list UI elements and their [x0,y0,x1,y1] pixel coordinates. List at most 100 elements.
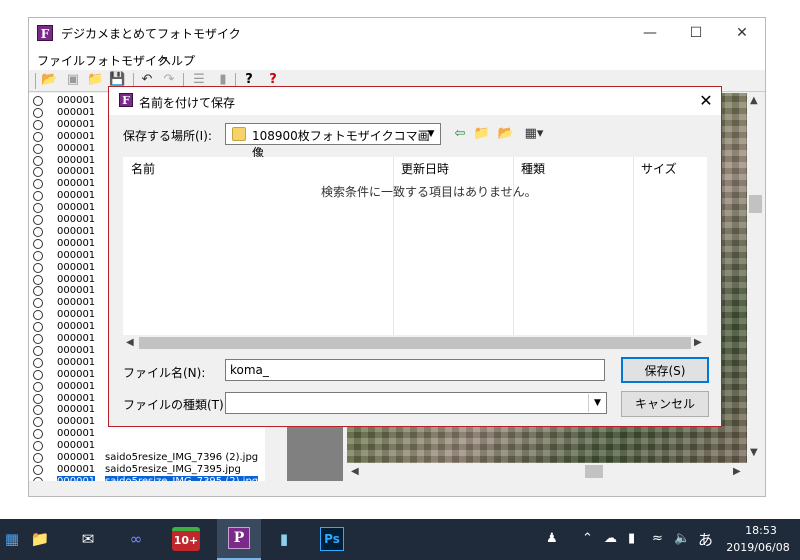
save-location-combo[interactable]: 108900枚フォトモザイクコマ画像 ▼ [225,123,441,160]
menu-help[interactable]: ヘルプ [159,52,195,69]
scroll-left-icon[interactable]: ◀ [351,466,359,477]
clock-time[interactable]: 18:53 [732,524,790,537]
save-button[interactable]: 保存(S) [621,357,709,383]
radio-button[interactable] [33,286,43,297]
new-folder-icon[interactable]: 📂 [497,125,515,143]
people-icon[interactable]: ♟ [546,531,558,546]
radio-button[interactable] [33,96,43,106]
view-menu-icon[interactable]: ▦▾ [521,125,547,143]
menu-bar: ファイル フォトモザイク ヘルプ [29,48,765,70]
radio-button[interactable] [33,107,43,118]
scroll-thumb[interactable] [139,337,691,349]
radio-button[interactable] [33,191,43,202]
radio-button[interactable] [33,155,43,166]
column-header-modified[interactable]: 更新日時 [401,159,449,179]
horizontal-scrollbar[interactable]: ◀ ▶ [347,463,747,480]
radio-button[interactable] [33,381,43,392]
battery-icon[interactable]: ▮ [628,531,635,546]
mail-icon[interactable]: ✉ [76,527,100,551]
column-header-type[interactable]: 種類 [521,159,545,179]
radio-button[interactable] [33,143,43,154]
cancel-button[interactable]: キャンセル [621,391,709,417]
vertical-scrollbar[interactable]: ▲ ▼ [747,93,764,463]
filetype-combo[interactable]: ▼ [225,392,607,414]
list-item-number: 000001 [57,463,96,475]
title-bar[interactable]: F デジカメまとめてフォトモザイク — ☐ ✕ [29,18,765,48]
radio-button[interactable] [33,453,43,463]
scroll-thumb[interactable] [585,465,603,478]
radio-button[interactable] [33,393,43,404]
chevron-up-icon[interactable]: ⌃ [582,531,593,546]
radio-button[interactable] [33,476,43,481]
photoshop-icon[interactable]: Ps [320,527,344,551]
scroll-thumb[interactable] [749,195,762,213]
radio-button[interactable] [33,417,43,428]
file-explorer-icon[interactable]: 📁 [28,527,52,551]
radio-button[interactable] [33,310,43,321]
radio-button[interactable] [33,167,43,178]
infinity-app-icon[interactable]: ∞ [124,527,148,551]
radio-button[interactable] [33,226,43,237]
back-arrow-icon[interactable]: ⇦ [451,125,469,143]
open-folder-icon[interactable]: 📂 [41,72,57,88]
chevron-down-icon[interactable]: ▼ [422,124,440,144]
file-browser-area[interactable]: ⌃ 名前 更新日時 種類 サイズ 検索条件に一致する項目はありません。 [123,151,707,351]
clock-date[interactable]: 2019/06/08 [718,541,798,554]
list-item[interactable]: 000001 saido5resize_IMG_7395.jpg [29,464,265,476]
filename-input[interactable] [225,359,605,381]
column-header-size[interactable]: サイズ [641,159,677,179]
radio-button[interactable] [33,262,43,273]
radio-button[interactable] [33,357,43,368]
list-item-number: 000001 [57,392,96,404]
wifi-icon[interactable]: ≈ [652,531,663,546]
taskbar: ▦ 📁 ✉ ∞ 10+ P ▮ Ps ♟ ⌃ ☁ ▮ ≈ 🔈 あ 18:53 2… [0,519,800,560]
radio-button[interactable] [33,215,43,225]
menu-file[interactable]: ファイル [37,52,85,69]
dialog-horizontal-scrollbar[interactable]: ◀ ▶ [123,335,707,351]
column-header-name[interactable]: 名前 [131,159,155,179]
onedrive-cloud-icon[interactable]: ☁ [604,531,617,546]
active-app-slot[interactable]: P [217,519,261,560]
radio-button[interactable] [33,429,43,440]
scroll-left-icon[interactable]: ◀ [126,337,134,348]
scroll-down-icon[interactable]: ▼ [750,447,758,458]
list-item[interactable]: 000001 saido5resize_IMG_7396 (2).jpg [29,452,265,464]
radio-button[interactable] [33,334,43,344]
radio-button[interactable] [33,250,43,261]
new-image-icon[interactable]: ▣ [65,72,81,88]
folder-icon[interactable]: 📁 [87,72,103,88]
dialog-close-button[interactable]: ✕ [693,89,719,113]
menu-photomosaic[interactable]: フォトモザイク [85,52,169,69]
radio-button[interactable] [33,298,43,309]
ime-indicator[interactable]: あ [698,529,713,550]
radio-button[interactable] [33,238,43,249]
up-folder-icon[interactable]: 📁 [473,125,491,143]
radio-button[interactable] [33,131,43,142]
chevron-down-icon[interactable]: ▼ [588,394,606,412]
maximize-button[interactable]: ☐ [673,18,719,48]
scroll-up-icon[interactable]: ▲ [750,95,758,106]
radio-button[interactable] [33,405,43,416]
scroll-right-icon[interactable]: ▶ [733,466,741,477]
radio-button[interactable] [33,464,43,475]
radio-button[interactable] [33,441,43,452]
radio-button[interactable] [33,119,43,130]
radio-button[interactable] [33,179,43,190]
windows-logo-icon[interactable]: ▦ [0,527,24,551]
dialog-title-bar[interactable]: F 名前を付けて保存 ✕ [109,87,721,115]
minimize-button[interactable]: — [627,18,673,48]
scroll-right-icon[interactable]: ▶ [694,337,702,348]
calendar-badge-icon[interactable]: 10+ [172,527,200,551]
radio-button[interactable] [33,203,43,214]
radio-button[interactable] [33,369,43,380]
close-button[interactable]: ✕ [719,18,765,48]
radio-button[interactable] [33,322,43,333]
column-divider[interactable] [633,157,634,337]
radio-button[interactable] [33,274,43,285]
list-item[interactable]: 000001 saido5resize_IMG_7395 (2).jpg [29,475,265,481]
volume-icon[interactable]: 🔈 [674,531,690,546]
tablet-app-icon[interactable]: ▮ [272,527,296,551]
radio-button[interactable] [33,345,43,356]
list-item[interactable]: 000001 [29,440,265,452]
list-item[interactable]: 000001 [29,428,265,440]
